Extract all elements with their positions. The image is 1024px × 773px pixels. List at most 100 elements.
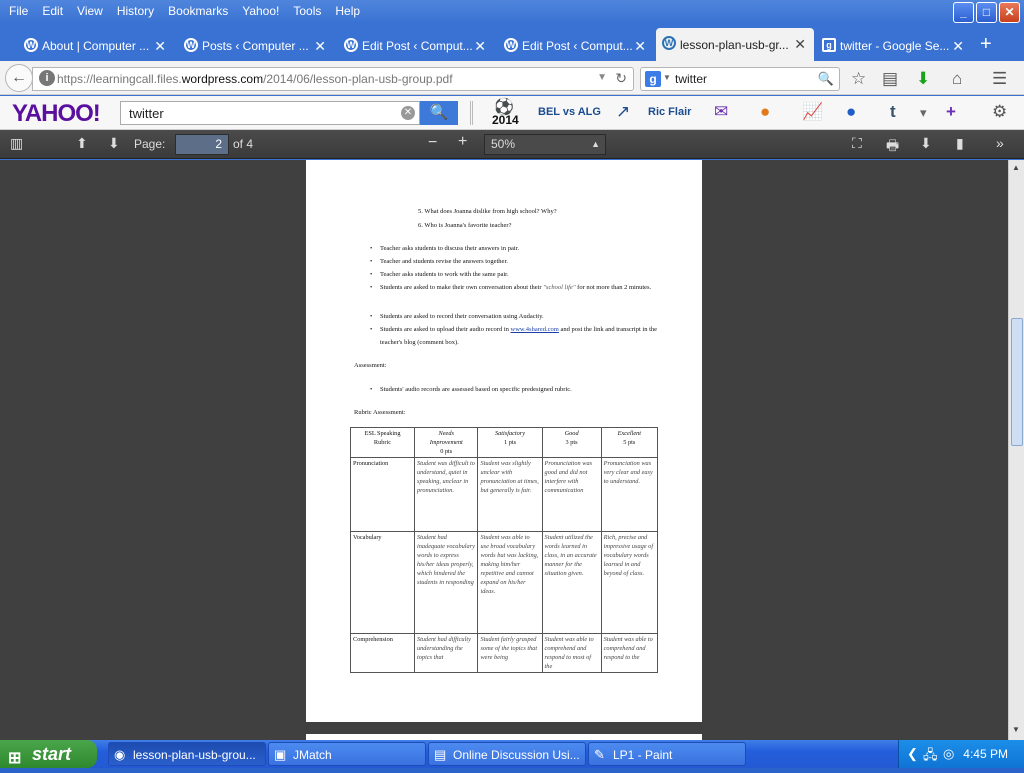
yahoo-logo[interactable]: YAHOO! [12, 100, 101, 128]
tab-label: lesson-plan-usb-gr... [680, 37, 789, 52]
task-firefox[interactable]: ◉ lesson-plan-usb-grou... [108, 742, 266, 766]
yahoo-toolbar: YAHOO! twitter ✕ 🔍 ⚽ 2014 BEL vs ALG ↗ R… [0, 96, 1024, 130]
save-icon[interactable]: ⬇ [920, 135, 932, 152]
menu-tools[interactable]: Tools [286, 4, 328, 18]
minimize-button[interactable]: _ [953, 2, 974, 23]
yahoo-search-field[interactable]: twitter ✕ [120, 101, 420, 125]
assessment-heading: Assessment: [354, 362, 387, 369]
bookmark-icon[interactable]: ▮ [956, 135, 964, 152]
menu-icon[interactable]: ☰ [992, 69, 1007, 89]
add-icon[interactable]: + [946, 102, 956, 122]
close-tab-icon[interactable]: ✕ [952, 38, 964, 55]
yahoo-search-button[interactable]: 🔍 [420, 101, 458, 125]
show-hidden-icons-icon[interactable]: ❮ [907, 746, 918, 762]
presentation-mode-icon[interactable]: ⛶ [852, 135, 862, 152]
scroll-down-icon[interactable]: ▼ [1012, 725, 1020, 734]
chrome-icon[interactable]: ◎ [943, 746, 954, 762]
menu-yahoo[interactable]: Yahoo! [235, 4, 286, 18]
rubric-row-label: Vocabulary [350, 531, 415, 634]
tab-about[interactable]: W About | Computer ... ✕ [18, 30, 174, 61]
mail-icon[interactable]: ✉ [714, 102, 728, 122]
url-dropdown-icon[interactable]: ▼ [597, 72, 607, 83]
bullet-6: Students are asked to upload their audio… [370, 323, 660, 349]
clock[interactable]: 4:45 PM [963, 747, 1008, 761]
start-button[interactable]: ⊞ start [0, 740, 97, 768]
task-jmatch[interactable]: ▣ JMatch [268, 742, 426, 766]
previous-page-icon[interactable]: ⬆ [76, 135, 88, 152]
scrollbar-thumb[interactable] [1011, 318, 1023, 446]
close-tab-icon[interactable]: ✕ [474, 38, 486, 55]
match-item[interactable]: BEL vs ALG [538, 106, 601, 118]
menu-edit[interactable]: Edit [35, 4, 70, 18]
yahoo-search-input[interactable]: twitter [129, 106, 164, 121]
google-icon[interactable]: g [645, 71, 661, 87]
tab-edit-post-2[interactable]: W Edit Post ‹ Comput... ✕ [498, 30, 654, 61]
rubric-header-cell: Needs Improvement 0 pts [413, 427, 479, 458]
search-bar[interactable]: g ▼ twitter 🔍 [640, 67, 840, 91]
tab-edit-post-1[interactable]: W Edit Post ‹ Comput... ✕ [338, 30, 494, 61]
rubric-heading: Rubric Assessment: [354, 409, 406, 416]
scroll-up-icon[interactable]: ▲ [1012, 163, 1020, 172]
firefox-icon: ◉ [114, 747, 126, 762]
back-button[interactable]: ← [5, 64, 33, 92]
engine-dropdown-icon[interactable]: ▼ [663, 73, 671, 82]
table-row: Comprehension Student had difficulty und… [350, 633, 659, 673]
maximize-button[interactable]: □ [976, 2, 997, 23]
close-tab-icon[interactable]: ✕ [794, 36, 806, 53]
flickr-icon[interactable]: ● [846, 102, 856, 122]
search-input[interactable]: twitter [675, 72, 707, 86]
close-tab-icon[interactable]: ✕ [154, 38, 166, 55]
menu-file[interactable]: File [2, 4, 35, 18]
close-tab-icon[interactable]: ✕ [314, 38, 326, 55]
tools-expand-icon[interactable]: » [996, 135, 1004, 151]
word-document-icon: ▤ [434, 747, 447, 762]
trending-icon[interactable]: ↗ [616, 102, 630, 122]
menu-history[interactable]: History [110, 4, 161, 18]
network-icon[interactable]: 🖧 [923, 746, 938, 768]
task-online-discussion[interactable]: ▤ Online Discussion Usi... [428, 742, 586, 766]
bookmark-star-icon[interactable]: ☆ [851, 69, 866, 89]
reading-list-icon[interactable]: ▤ [882, 69, 898, 89]
rubric-cell: Student had difficulty understanding the… [413, 633, 479, 673]
close-tab-icon[interactable]: ✕ [634, 38, 646, 55]
search-icon[interactable]: 🔍 [818, 71, 834, 87]
tumblr-icon[interactable]: t [890, 102, 896, 122]
task-paint[interactable]: ✎ LP1 - Paint [588, 742, 746, 766]
trending-item[interactable]: Ric Flair [648, 106, 691, 118]
assessment-bullet: Students' audio records are assessed bas… [370, 383, 660, 396]
tab-lesson-plan[interactable]: W lesson-plan-usb-gr... ✕ [656, 28, 814, 61]
page-number-input[interactable]: 2 [175, 134, 229, 155]
print-icon[interactable]: 🖶 [886, 135, 899, 159]
bullet-1: Teacher asks students to discuss their a… [370, 242, 660, 255]
tab-google-search[interactable]: g twitter - Google Se... ✕ [816, 30, 972, 61]
download-icon[interactable]: ⬇ [916, 69, 930, 89]
rubric-row-label: Comprehension [350, 633, 415, 673]
finance-chart-icon[interactable]: 📈 [802, 102, 823, 122]
menu-view[interactable]: View [70, 4, 110, 18]
more-dropdown-icon[interactable]: ▾ [920, 105, 927, 121]
rubric-row-label: Pronunciation [350, 457, 415, 532]
home-icon[interactable]: ⌂ [952, 69, 962, 89]
new-tab-button[interactable]: + [980, 33, 992, 56]
settings-gear-icon[interactable]: ⚙ [992, 102, 1007, 122]
pdf-viewer[interactable]: 5. What does Joanna dislike from high sc… [0, 160, 1008, 740]
zoom-select[interactable]: 50%▲▼ [484, 134, 606, 168]
next-page-icon[interactable]: ⬇ [108, 135, 120, 152]
4shared-link[interactable]: www.4shared.com [511, 326, 559, 333]
vertical-scrollbar[interactable]: ▲ ▼ [1008, 160, 1024, 740]
sidebar-toggle-icon[interactable]: ▥ [10, 135, 23, 152]
question-5: 5. What does Joanna dislike from high sc… [418, 208, 557, 215]
url-bar[interactable]: i https://learningcall.files.wordpress.c… [32, 67, 634, 91]
menu-bookmarks[interactable]: Bookmarks [161, 4, 235, 18]
zoom-in-icon[interactable]: + [458, 133, 467, 151]
clear-icon[interactable]: ✕ [401, 106, 415, 120]
site-info-icon[interactable]: i [39, 70, 55, 86]
reload-icon[interactable]: ↻ [615, 70, 627, 87]
zoom-out-icon[interactable]: − [428, 134, 437, 152]
page-label: Page: [134, 137, 166, 151]
menu-help[interactable]: Help [328, 4, 367, 18]
close-button[interactable]: ✕ [999, 2, 1020, 23]
tab-label: Posts ‹ Computer ... [202, 38, 309, 53]
tab-posts[interactable]: W Posts ‹ Computer ... ✕ [178, 30, 334, 61]
basketball-icon[interactable]: ● [760, 102, 770, 122]
